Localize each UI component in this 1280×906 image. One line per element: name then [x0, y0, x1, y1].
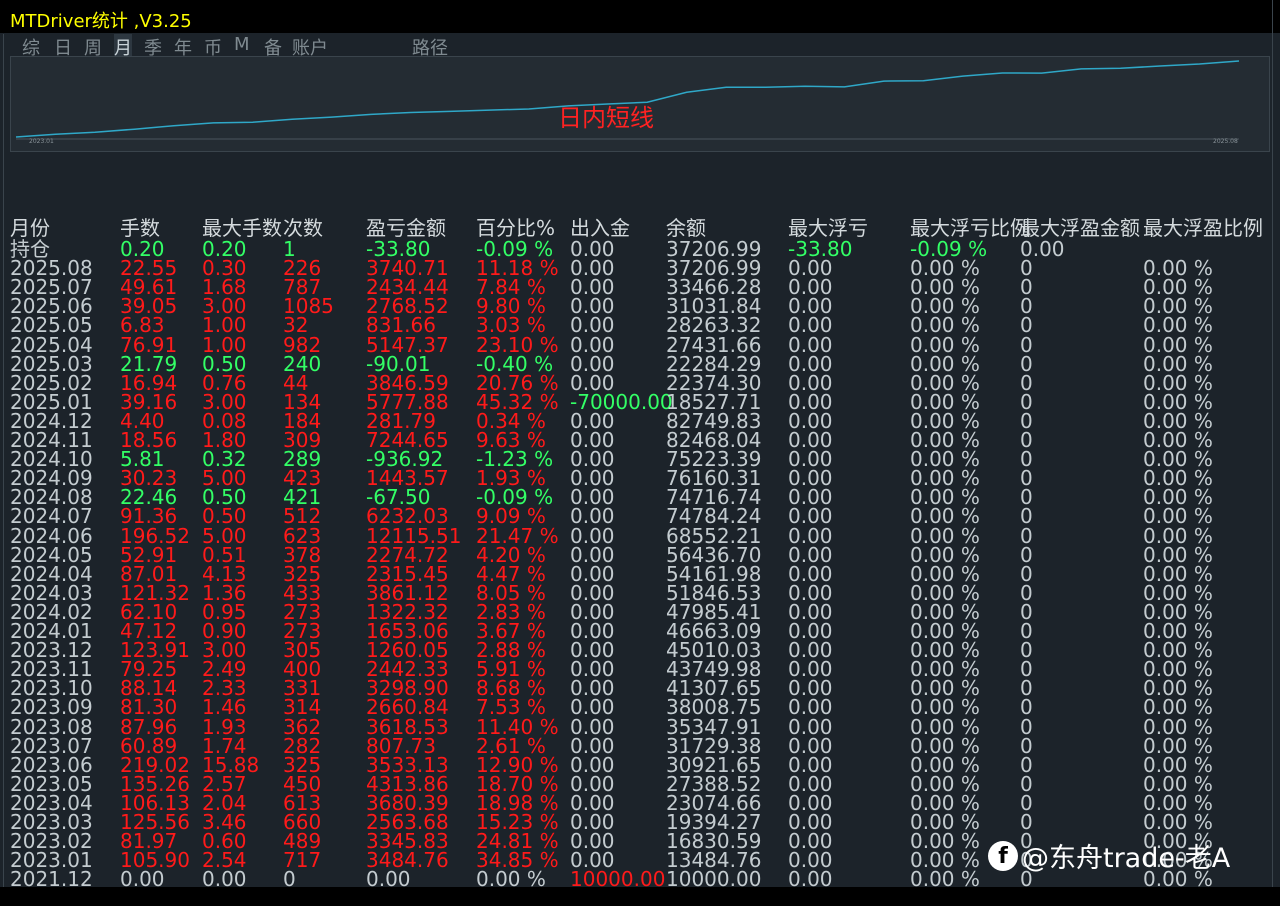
chart-x-start: 2023.01: [29, 138, 54, 145]
window-title: MTDriver统计 ,V3.25: [10, 11, 192, 32]
stats-window: MTDriver统计 ,V3.25 综日周月季年币 M 备账户 路径 日内短线 202…: [0, 0, 1280, 906]
col-header[interactable]: 最大浮盈比例: [1143, 218, 1263, 238]
col-header[interactable]: 盈亏金额: [366, 218, 446, 238]
bottom-strip: [0, 887, 1280, 906]
monthly-stats-table: 月份 手数 最大手数 次数 盈亏金额 百分比% 出入金 余额 最大浮亏 最大浮亏比例 最大浮盈金额最…: [10, 218, 1272, 906]
col-header[interactable]: 最大浮亏: [788, 218, 868, 238]
title-bar: MTDriver统计 ,V3.25: [0, 0, 1280, 33]
col-header[interactable]: 最大手数: [202, 218, 282, 238]
col-header[interactable]: 出入金: [570, 218, 630, 238]
tab-7[interactable]: M: [234, 34, 250, 55]
col-header[interactable]: 最大浮亏比例: [910, 218, 1030, 238]
left-axis-line: [3, 34, 4, 906]
facebook-icon: f: [988, 840, 1018, 871]
col-header[interactable]: 月份: [10, 218, 50, 238]
watermark-text: @东舟trade-老A: [1022, 843, 1231, 874]
right-axis-line: [1272, 0, 1273, 906]
chart-label: 日内短线: [558, 104, 654, 132]
col-header[interactable]: 百分比%: [476, 218, 555, 238]
col-header[interactable]: 次数: [283, 218, 323, 238]
col-header[interactable]: 余额: [666, 218, 706, 238]
chart-x-end: 2025.08: [1213, 138, 1238, 145]
col-header[interactable]: 最大浮盈金额: [1020, 218, 1140, 238]
watermark: f @东舟trade-老A: [988, 836, 1230, 875]
col-header[interactable]: 手数: [120, 218, 160, 238]
